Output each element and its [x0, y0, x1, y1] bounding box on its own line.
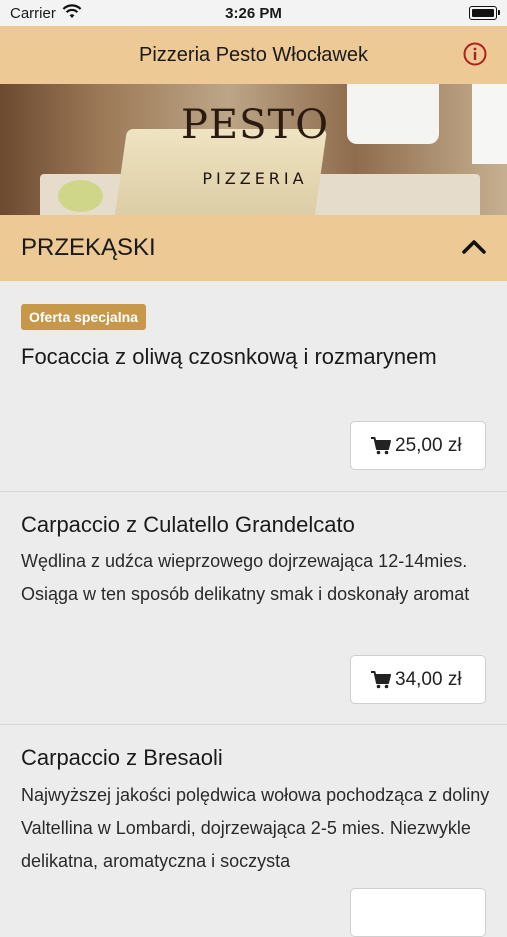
add-to-cart-button[interactable]: 25,00 zł — [350, 421, 486, 470]
hero-banner: PESTO PIZZERIA — [0, 84, 507, 215]
category-header[interactable]: PRZEKĄSKI — [0, 215, 507, 281]
grapes-shape — [58, 180, 103, 212]
cart-icon — [371, 671, 391, 689]
item-name: Carpaccio z Bresaoli — [21, 745, 223, 770]
pizzeria-logo: PIZZERIA — [202, 169, 308, 188]
special-offer-badge: Oferta specjalna — [21, 304, 146, 330]
cup-shape — [347, 84, 439, 144]
menu-item[interactable]: Oferta specjalna Focaccia z oliwą czosnk… — [0, 282, 507, 492]
restaurant-title: Pizzeria Pesto Włocławek — [139, 44, 368, 66]
battery-icon — [469, 6, 500, 20]
add-to-cart-button[interactable]: 34,00 zł — [350, 655, 486, 704]
pesto-logo: PESTO — [181, 102, 329, 148]
cart-icon — [371, 437, 391, 455]
status-time: 3:26 PM — [225, 5, 282, 22]
menu-item[interactable]: Carpaccio z Bresaoli Najwyższej jakości … — [0, 725, 507, 937]
status-bar: Carrier 3:26 PM — [0, 0, 507, 26]
cup-shape — [472, 84, 507, 164]
price-label: 25,00 zł — [395, 435, 462, 456]
item-name: Carpaccio z Culatello Grandelcato — [21, 512, 355, 537]
price-label: 34,00 zł — [395, 669, 462, 690]
navigation-bar: Pizzeria Pesto Włocławek — [0, 26, 507, 84]
menu-item[interactable]: Carpaccio z Culatello Grandelcato Wędlin… — [0, 492, 507, 725]
item-description: Najwyższej jakości polędwica wołowa poch… — [21, 785, 490, 871]
category-label: PRZEKĄSKI — [21, 234, 156, 261]
add-to-cart-button[interactable] — [350, 888, 486, 937]
chevron-up-icon[interactable] — [461, 235, 487, 259]
item-name: Focaccia z oliwą czosnkową i rozmarynem — [21, 344, 437, 369]
info-icon[interactable] — [463, 42, 487, 66]
item-description: Wędlina z udźca wieprzowego dojrzewająca… — [21, 551, 470, 604]
